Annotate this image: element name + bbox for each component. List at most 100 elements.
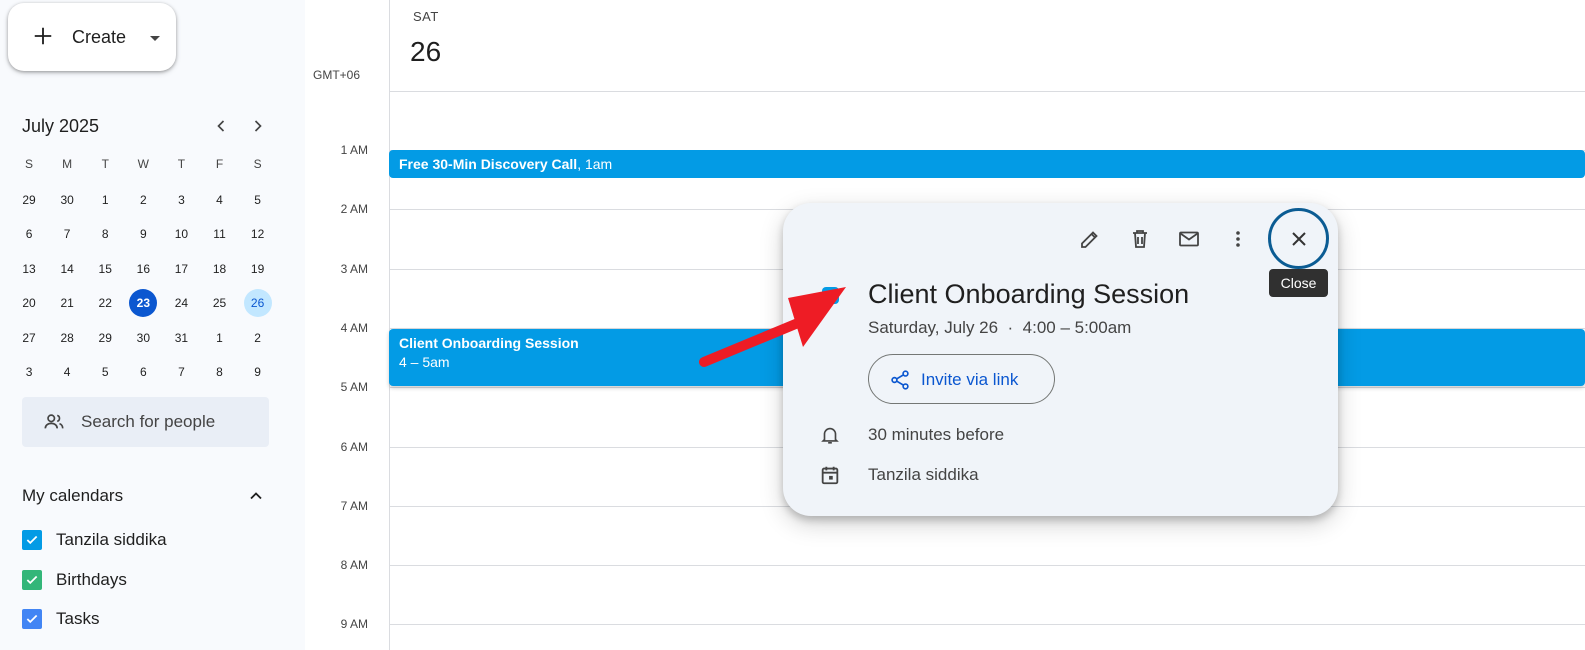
calendar-owner-text: Tanzila siddika xyxy=(868,465,979,484)
mini-calendar-day[interactable]: 3 xyxy=(10,355,48,390)
mini-calendar-day[interactable]: 7 xyxy=(48,217,86,252)
close-icon[interactable] xyxy=(1287,227,1311,251)
calendar-item-birthdays[interactable]: Birthdays xyxy=(22,568,127,592)
mini-calendar-day[interactable]: 11 xyxy=(200,217,238,252)
mini-calendar-day[interactable]: 28 xyxy=(48,321,86,356)
mini-calendar-day[interactable]: 2 xyxy=(124,183,162,218)
mini-calendar-day[interactable]: 31 xyxy=(162,321,200,356)
day-number: 30 xyxy=(136,330,150,345)
calendar-item-tanzila[interactable]: Tanzila siddika xyxy=(22,528,167,552)
mini-calendar-weekdays: SMTWTFS xyxy=(10,148,277,183)
mini-calendar-day[interactable]: 10 xyxy=(162,217,200,252)
mini-calendar-day[interactable]: 21 xyxy=(48,286,86,321)
invite-label: Invite via link xyxy=(921,370,1019,389)
mail-icon[interactable] xyxy=(1177,227,1201,251)
popup-event-title: Client Onboarding Session xyxy=(868,279,1190,309)
mini-calendar-day[interactable]: 4 xyxy=(200,183,238,218)
mini-calendar-day[interactable]: 4 xyxy=(48,355,86,390)
mini-calendar-day[interactable]: 2 xyxy=(239,321,277,356)
mini-calendar-day[interactable]: 15 xyxy=(86,252,124,287)
day-number[interactable]: 26 xyxy=(410,36,441,68)
create-button[interactable]: Create xyxy=(8,3,176,71)
mini-calendar-day[interactable]: 27 xyxy=(10,321,48,356)
day-number: 2 xyxy=(254,330,261,345)
mini-calendar-day[interactable]: 22 xyxy=(86,286,124,321)
mini-calendar-day[interactable]: 1 xyxy=(86,183,124,218)
mini-calendar-week: 20 21 22 23 24 25 26 xyxy=(10,286,277,321)
mini-calendar-day[interactable]: 30 xyxy=(124,321,162,356)
mini-calendar-day[interactable]: 13 xyxy=(10,252,48,287)
day-number: 21 xyxy=(60,296,74,311)
plus-icon xyxy=(34,27,52,45)
day-number: 4 xyxy=(216,192,223,207)
hour-label: 7 AM xyxy=(340,499,368,513)
day-number: 25 xyxy=(212,296,227,311)
day-number: 1 xyxy=(101,192,109,207)
mini-calendar-day[interactable]: 18 xyxy=(200,252,238,287)
mini-calendar-day[interactable]: 23 xyxy=(124,286,162,321)
weekday-label: T xyxy=(177,157,186,171)
checkbox-checked-icon[interactable] xyxy=(22,609,42,629)
chevron-up-icon[interactable] xyxy=(246,486,266,506)
more-vert-icon[interactable] xyxy=(1226,227,1250,251)
mini-calendar-week: 27 28 29 30 31 1 2 xyxy=(10,321,277,356)
mini-calendar-day[interactable]: 24 xyxy=(162,286,200,321)
people-icon xyxy=(44,414,64,429)
chevron-right-icon[interactable] xyxy=(248,116,268,136)
day-number: 29 xyxy=(98,330,112,345)
popup-event-datetime: Saturday, July 26 · 4:00 – 5:00am xyxy=(868,318,1132,337)
day-number: 5 xyxy=(101,365,109,380)
mini-calendar-day[interactable]: 6 xyxy=(10,217,48,252)
day-number: 12 xyxy=(250,227,265,242)
mini-calendar-day[interactable]: 29 xyxy=(86,321,124,356)
mini-calendar-day[interactable]: 7 xyxy=(162,355,200,390)
mini-calendar-day[interactable]: 3 xyxy=(162,183,200,218)
mini-calendar-day[interactable]: 25 xyxy=(200,286,238,321)
mini-calendar-day[interactable]: 8 xyxy=(86,217,124,252)
mini-calendar-day[interactable]: 6 xyxy=(124,355,162,390)
mini-calendar-day[interactable]: 12 xyxy=(239,217,277,252)
pencil-icon[interactable] xyxy=(1078,227,1102,251)
mini-calendar-title: July 2025 xyxy=(22,116,100,136)
mini-calendar-day[interactable]: 5 xyxy=(239,183,277,218)
mini-calendar-day[interactable]: 8 xyxy=(200,355,238,390)
my-calendars-title[interactable]: My calendars xyxy=(22,486,123,506)
day-number: 14 xyxy=(60,261,74,276)
mini-calendar-day[interactable]: 26 xyxy=(239,286,277,321)
mini-calendar-day[interactable]: 9 xyxy=(124,217,162,252)
checkbox-checked-icon[interactable] xyxy=(22,570,42,590)
share-icon xyxy=(891,370,909,390)
mini-calendar-day[interactable]: 9 xyxy=(239,355,277,390)
weekday-label: F xyxy=(215,157,224,171)
mini-calendar-day[interactable]: 1 xyxy=(200,321,238,356)
day-number: 7 xyxy=(178,365,185,380)
weekday-label: W xyxy=(137,157,149,171)
day-number: 30 xyxy=(60,192,74,207)
search-people-input[interactable]: Search for people xyxy=(22,397,269,447)
mini-calendar-day[interactable]: 5 xyxy=(86,355,124,390)
hour-label: 9 AM xyxy=(340,617,368,631)
caret-down-icon[interactable] xyxy=(150,36,160,41)
event-title: Client Onboarding Session xyxy=(399,335,579,351)
mini-calendar-day[interactable]: 29 xyxy=(10,183,48,218)
mini-calendar-day[interactable]: 30 xyxy=(48,183,86,218)
mini-calendar-day[interactable]: 14 xyxy=(48,252,86,287)
day-number: 16 xyxy=(136,261,150,276)
calendar-label: Tasks xyxy=(56,609,100,628)
mini-calendar-day[interactable]: 19 xyxy=(239,252,277,287)
invite-via-link-button[interactable]: Invite via link xyxy=(868,354,1055,404)
mini-calendar-day[interactable]: 20 xyxy=(10,286,48,321)
mini-calendar-day[interactable]: 16 xyxy=(124,252,162,287)
mini-calendar-day[interactable]: 17 xyxy=(162,252,200,287)
calendar-label: Birthdays xyxy=(56,570,127,589)
checkbox-checked-icon[interactable] xyxy=(22,530,42,550)
hour-gridline xyxy=(389,565,1585,566)
calendar-item-tasks[interactable]: Tasks xyxy=(22,607,99,631)
event-discovery-call[interactable]: Free 30-Min Discovery Call, 1am xyxy=(389,150,1585,178)
day-name: SAT xyxy=(413,9,439,24)
mini-calendar-week: 29 30 1 2 3 4 5 xyxy=(10,183,277,218)
trash-icon[interactable] xyxy=(1128,227,1152,251)
day-number: 29 xyxy=(22,192,36,207)
mini-calendar-grid: S M T W T F S 29 30 1 2 3 4 5 6 7 8 9 10 11 12 13 14 15 16 17 18 19… xyxy=(10,148,277,390)
chevron-left-icon[interactable] xyxy=(211,116,231,136)
